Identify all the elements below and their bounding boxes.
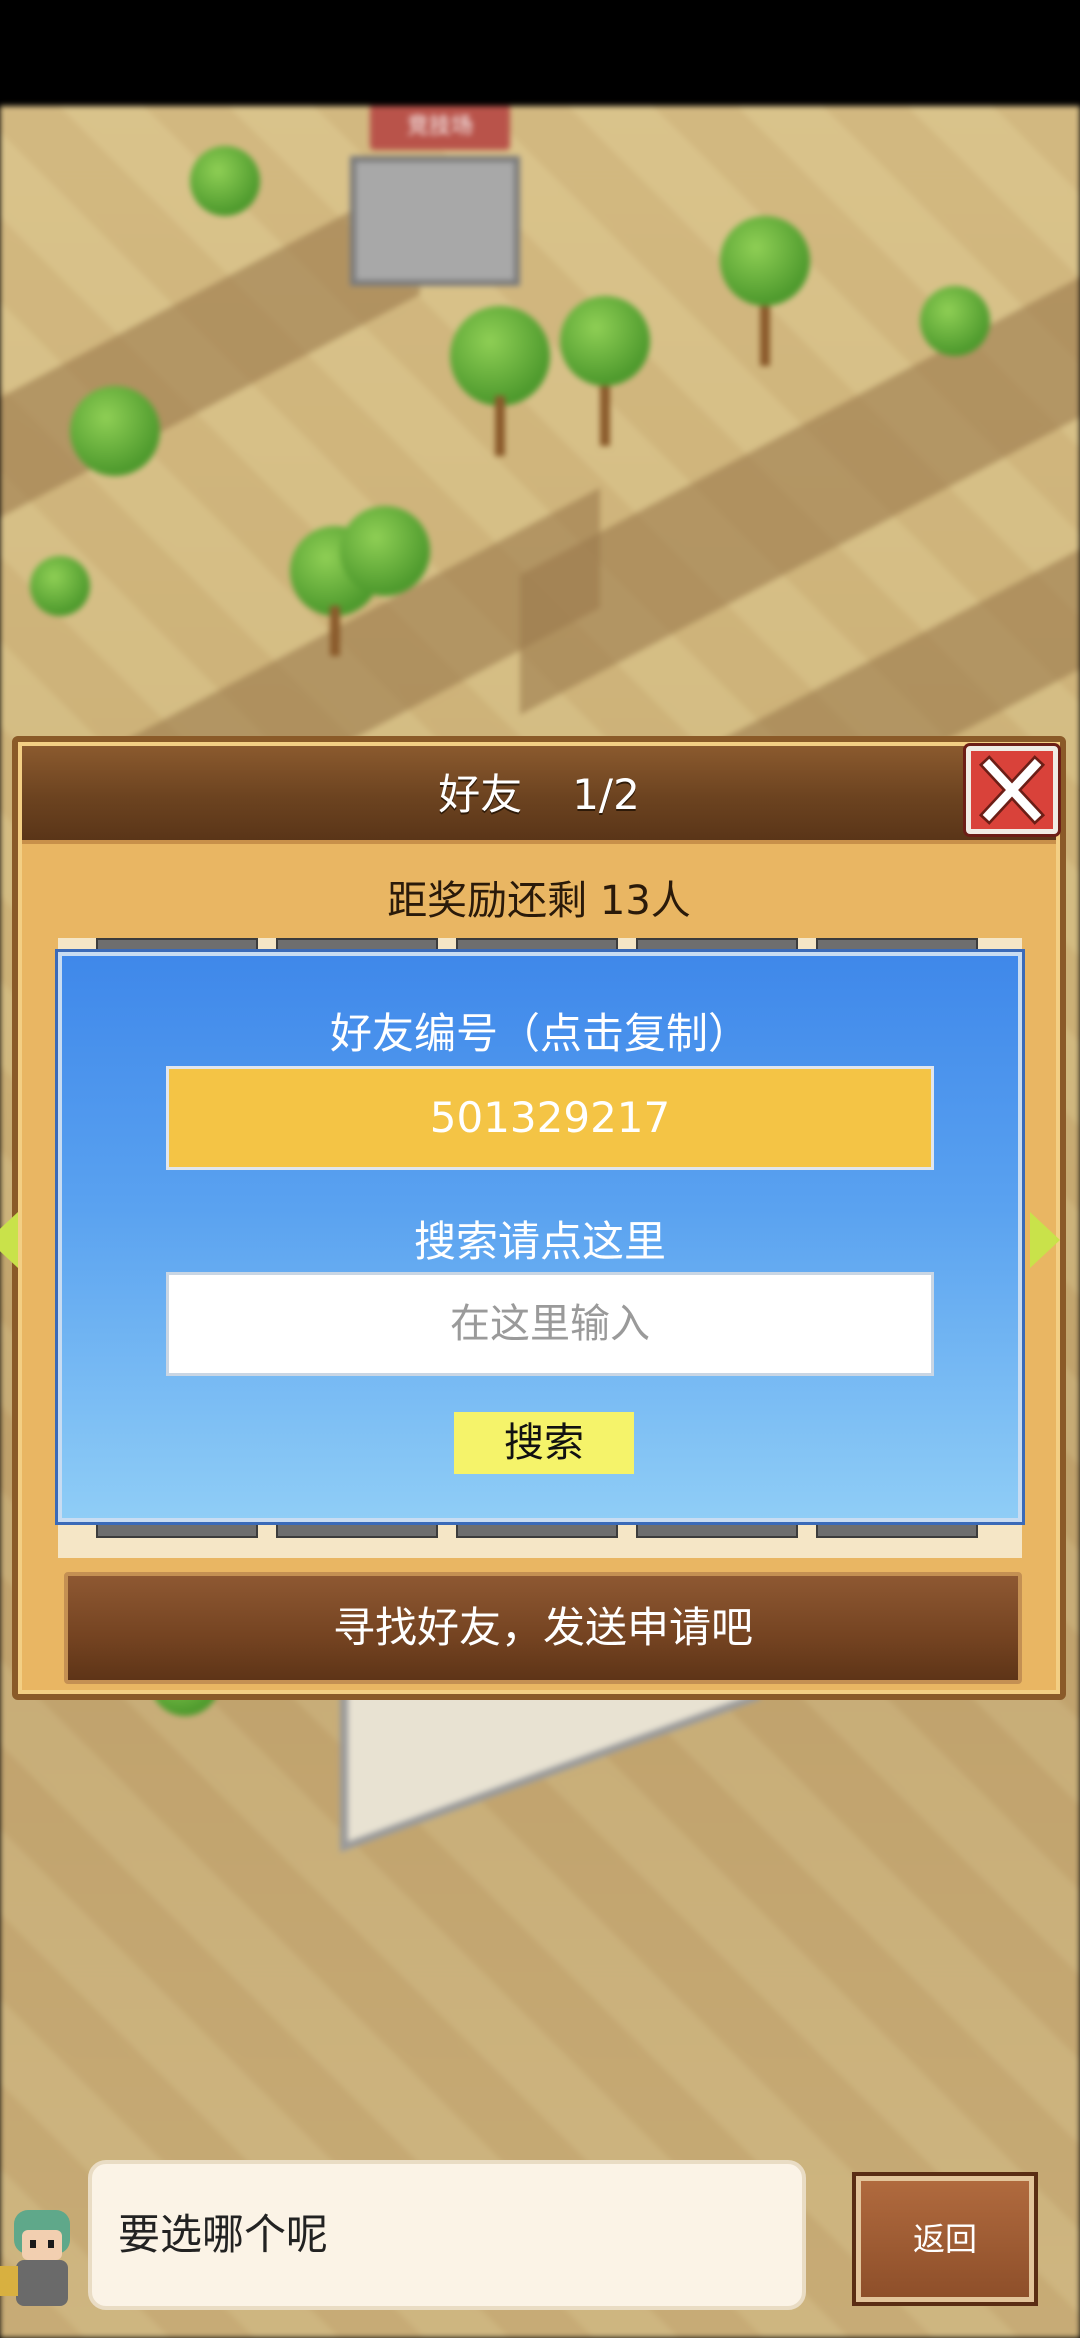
status-bar xyxy=(0,0,1080,106)
friend-slot[interactable] xyxy=(636,1522,798,1538)
panel-title: 好友 1/2 xyxy=(22,746,1056,844)
speech-text: 要选哪个呢 xyxy=(118,2210,329,2259)
chevron-left-icon[interactable] xyxy=(0,1212,18,1268)
search-button[interactable]: 搜索 xyxy=(454,1412,634,1474)
panel-header: 好友 1/2 xyxy=(22,746,1056,844)
friend-slot[interactable] xyxy=(456,1522,618,1538)
friend-search-input[interactable] xyxy=(166,1272,934,1376)
close-button[interactable] xyxy=(966,746,1058,834)
back-button[interactable]: 返回 xyxy=(856,2176,1034,2302)
friend-slot[interactable] xyxy=(816,1522,978,1538)
search-hint: 搜索请点这里 xyxy=(413,1217,666,1266)
find-friends-button[interactable]: 寻找好友，发送申请吧 xyxy=(64,1572,1022,1684)
close-icon xyxy=(978,755,1046,825)
friend-slot[interactable] xyxy=(96,1522,258,1538)
friend-search-dialog: 好友编号（点击复制） 501329217 搜索请点这里 搜索 xyxy=(58,952,1022,1522)
page-indicator: 1/2 xyxy=(572,770,640,819)
friend-id-title: 好友编号（点击复制） xyxy=(329,1009,750,1058)
panel-title-label: 好友 xyxy=(438,770,523,819)
avatar xyxy=(0,2210,70,2306)
arena-sign: 竞技场 xyxy=(370,106,510,150)
reward-text: 距奖励还剩 13人 xyxy=(387,878,691,924)
friend-slot[interactable] xyxy=(276,1522,438,1538)
chevron-right-icon[interactable] xyxy=(1030,1212,1060,1268)
speech-box: 要选哪个呢 xyxy=(88,2160,806,2310)
friend-id-copy-button[interactable]: 501329217 xyxy=(166,1066,934,1170)
